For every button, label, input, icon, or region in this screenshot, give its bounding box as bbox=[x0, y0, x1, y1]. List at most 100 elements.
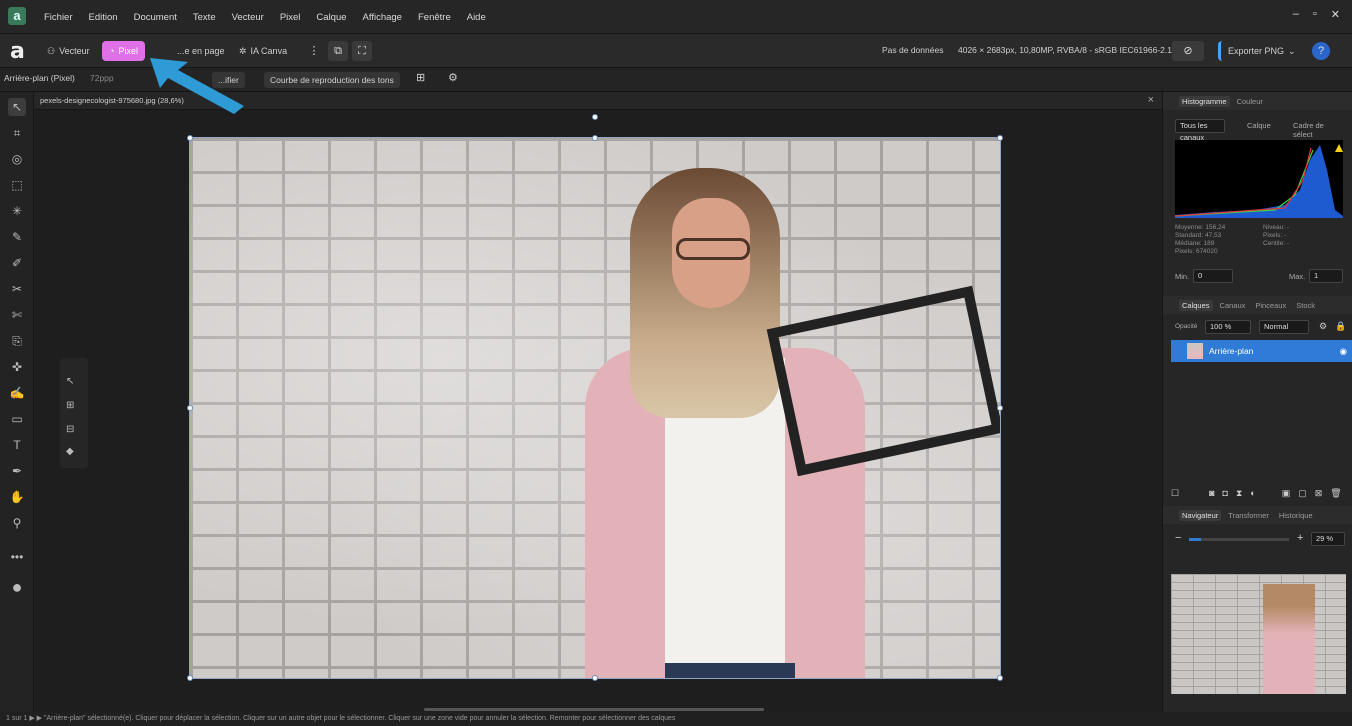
transform-handle[interactable] bbox=[592, 135, 598, 141]
menu-fichier[interactable]: Fichier bbox=[44, 12, 73, 23]
visibility-eye-icon[interactable]: ◉ bbox=[1340, 346, 1347, 357]
tab-couleur[interactable]: Couleur bbox=[1234, 96, 1266, 107]
mask-icon[interactable]: ◙ bbox=[1209, 488, 1214, 498]
menu-texte[interactable]: Texte bbox=[193, 12, 216, 23]
transform-handle[interactable] bbox=[187, 405, 193, 411]
zoom-in-button[interactable]: + bbox=[1297, 532, 1303, 544]
tab-pinceaux[interactable]: Pinceaux bbox=[1252, 300, 1289, 311]
menu-document[interactable]: Document bbox=[134, 12, 177, 23]
rotation-handle[interactable] bbox=[592, 114, 598, 120]
histogram-tabs: Histogramme Couleur bbox=[1163, 92, 1352, 110]
export-png-button[interactable]: Exporter PNG ⌄ bbox=[1218, 41, 1303, 61]
fx-icon[interactable]: ◐ bbox=[1250, 488, 1255, 498]
tab-stock[interactable]: Stock bbox=[1293, 300, 1318, 311]
floating-fill-icon[interactable]: ◆ bbox=[66, 446, 74, 457]
flood-select-icon[interactable]: ✳ bbox=[8, 202, 26, 220]
tab-historique[interactable]: Historique bbox=[1276, 510, 1316, 521]
settings-gear-icon[interactable]: ⚙ bbox=[448, 71, 458, 84]
crop-tool-icon[interactable]: ⌗ bbox=[8, 124, 26, 142]
color-picker-button[interactable]: ⊘ bbox=[1172, 41, 1204, 61]
menu-edition[interactable]: Edition bbox=[89, 12, 118, 23]
tone-curve-button[interactable]: Courbe de reproduction des tons bbox=[264, 72, 400, 88]
pixel-persona-icon: ◔ bbox=[109, 46, 115, 56]
layer-row-arriere-plan[interactable]: Arrière-plan ◉ bbox=[1171, 340, 1352, 362]
transform-handle[interactable] bbox=[997, 675, 1003, 681]
marquee-tool-icon[interactable]: ⬚ bbox=[8, 176, 26, 194]
move-tool-icon[interactable]: ↖ bbox=[8, 98, 26, 116]
menu-aide[interactable]: Aide bbox=[467, 12, 486, 23]
close-document-icon[interactable]: × bbox=[1148, 94, 1154, 106]
zoom-tool-icon[interactable]: ⚲ bbox=[8, 514, 26, 532]
pen-tool-icon[interactable]: ✒ bbox=[8, 462, 26, 480]
opacity-select[interactable]: 100 % bbox=[1205, 320, 1251, 334]
document-image[interactable] bbox=[189, 137, 1001, 679]
blend-mode-select[interactable]: Normal bbox=[1259, 320, 1309, 334]
calque-checkbox[interactable]: Calque bbox=[1247, 121, 1271, 130]
tab-calques[interactable]: Calques bbox=[1179, 299, 1213, 311]
tab-navigateur[interactable]: Navigateur bbox=[1179, 509, 1222, 521]
menu-vecteur[interactable]: Vecteur bbox=[232, 12, 264, 23]
edit-layer-icon[interactable]: ☐ bbox=[1171, 488, 1179, 499]
transform-handle[interactable] bbox=[187, 135, 193, 141]
help-icon[interactable]: ? bbox=[1312, 42, 1330, 60]
persona-pixel-button[interactable]: ◔ Pixel bbox=[102, 41, 145, 61]
add-layer-icon[interactable]: ▢ bbox=[1298, 488, 1307, 499]
more-tools-icon[interactable]: ••• bbox=[8, 548, 26, 566]
merge-icon[interactable]: ⊠ bbox=[1315, 488, 1323, 499]
dodge-tool-icon[interactable]: ✄ bbox=[8, 306, 26, 324]
min-input[interactable]: 0 bbox=[1193, 269, 1233, 283]
snapping-icon[interactable]: ⛶ bbox=[352, 41, 372, 61]
layer-context-label: Arrière-plan (Pixel) bbox=[4, 73, 75, 83]
hand-tool-icon[interactable]: ✋ bbox=[8, 488, 26, 506]
minimize-button[interactable]: – bbox=[1293, 8, 1299, 21]
color-swatch-icon[interactable]: ● bbox=[8, 578, 26, 596]
navigator-thumbnail[interactable] bbox=[1171, 574, 1346, 694]
healing-tool-icon[interactable]: ✜ bbox=[8, 358, 26, 376]
zoom-slider[interactable] bbox=[1189, 538, 1289, 541]
persona-vecteur-button[interactable]: ⚇ Vecteur bbox=[40, 41, 97, 61]
transform-handle[interactable] bbox=[997, 405, 1003, 411]
zoom-input[interactable]: 29 % bbox=[1311, 532, 1345, 546]
menu-affichage[interactable]: Affichage bbox=[363, 12, 402, 23]
jeans-shape bbox=[665, 663, 795, 678]
transform-handle[interactable] bbox=[997, 135, 1003, 141]
channels-select[interactable]: Tous les canaux bbox=[1175, 119, 1225, 142]
selection-brush-icon[interactable]: ◎ bbox=[8, 150, 26, 168]
group-icon[interactable]: ▣ bbox=[1282, 488, 1291, 499]
adjustment-icon[interactable]: ◘ bbox=[1223, 488, 1228, 498]
floating-move-icon[interactable]: ↖ bbox=[66, 376, 74, 387]
transform-handle[interactable] bbox=[592, 675, 598, 681]
paint-brush-icon[interactable]: ✎ bbox=[8, 228, 26, 246]
max-input[interactable]: 1 bbox=[1309, 269, 1343, 283]
arrange-icon[interactable]: ⧉ bbox=[328, 41, 348, 61]
transform-handle[interactable] bbox=[187, 675, 193, 681]
grid-icon[interactable]: ⊞ bbox=[416, 71, 425, 84]
pixel-tool-icon[interactable]: ✐ bbox=[8, 254, 26, 272]
close-window-button[interactable]: ✕ bbox=[1331, 8, 1340, 21]
tab-canaux[interactable]: Canaux bbox=[1217, 300, 1249, 311]
floating-grid-icon[interactable]: ⊞ bbox=[66, 400, 74, 411]
tab-histogramme[interactable]: Histogramme bbox=[1179, 95, 1230, 107]
horizontal-scrollbar[interactable] bbox=[424, 708, 764, 711]
rectangle-tool-icon[interactable]: ▭ bbox=[8, 410, 26, 428]
stat-pixels: Pixels: 674020 bbox=[1175, 248, 1218, 255]
filter-icon[interactable]: ⧗ bbox=[1236, 488, 1242, 499]
menu-calque[interactable]: Calque bbox=[316, 12, 346, 23]
delete-layer-icon[interactable]: 🗑 bbox=[1330, 488, 1341, 499]
menu-pixel[interactable]: Pixel bbox=[280, 12, 301, 23]
canvas-area[interactable]: ↖ ⊞ ⊟ ◆ bbox=[34, 110, 1162, 712]
no-data-label: Pas de données bbox=[882, 45, 944, 55]
more-options-icon[interactable]: ⋮ bbox=[304, 41, 324, 61]
tab-transformer[interactable]: Transformer bbox=[1225, 510, 1272, 521]
clone-tool-icon[interactable]: ⎘ bbox=[8, 332, 26, 350]
zoom-out-button[interactable]: − bbox=[1175, 532, 1181, 544]
layer-settings-icon[interactable]: ⚙ bbox=[1319, 321, 1327, 332]
cadre-checkbox[interactable]: Cadre de sélect bbox=[1293, 121, 1345, 139]
text-tool-icon[interactable]: T bbox=[8, 436, 26, 454]
floating-mesh-icon[interactable]: ⊟ bbox=[66, 424, 74, 435]
maximize-button[interactable]: ▫ bbox=[1313, 8, 1317, 21]
lock-icon[interactable]: 🔒 bbox=[1335, 321, 1346, 332]
smudge-tool-icon[interactable]: ✍ bbox=[8, 384, 26, 402]
erase-tool-icon[interactable]: ✂ bbox=[8, 280, 26, 298]
menu-fenetre[interactable]: Fenêtre bbox=[418, 12, 451, 23]
